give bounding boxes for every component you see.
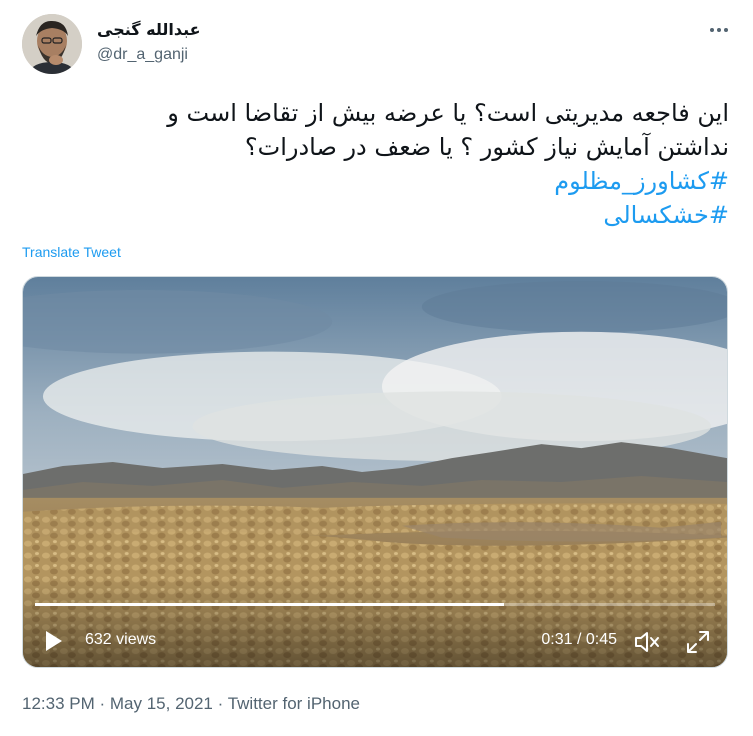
tweet-metadata: 12:33 PM · May 15, 2021 · Twitter for iP… [22, 694, 360, 714]
hashtag-link[interactable]: #کشاورز_مظلوم [30, 164, 729, 198]
translate-tweet-link[interactable]: Translate Tweet [22, 244, 121, 260]
video-frame [23, 277, 727, 667]
tweet: عبدالله گنجی @dr_a_ganji این فاجعه مدیری… [0, 0, 753, 736]
video-controls: 632 views 0:31 / 0:45 [23, 623, 727, 659]
tweet-date[interactable]: May 15, 2021 [110, 694, 213, 713]
avatar[interactable] [22, 14, 82, 74]
play-icon [46, 631, 62, 651]
video-time: 0:31 / 0:45 [541, 631, 617, 648]
fullscreen-icon [687, 631, 709, 653]
separator: · [212, 694, 228, 713]
video-player[interactable]: 632 views 0:31 / 0:45 [22, 276, 728, 668]
tweet-time[interactable]: 12:33 PM [22, 694, 95, 713]
user-handle[interactable]: @dr_a_ganji [97, 46, 188, 64]
more-icon [710, 28, 728, 32]
view-count: 632 views [85, 631, 157, 648]
more-options-button[interactable] [707, 18, 731, 42]
volume-icon [635, 632, 659, 652]
avatar-image [22, 14, 82, 74]
tweet-text: این فاجعه مدیریتی است؟ یا عرضه بیش از تق… [30, 96, 729, 232]
tweet-text-line: این فاجعه مدیریتی است؟ یا عرضه بیش از تق… [167, 99, 729, 127]
separator: · [94, 694, 110, 713]
fullscreen-button[interactable] [685, 629, 711, 655]
video-progress-fill [35, 603, 505, 606]
display-name[interactable]: عبدالله گنجی [97, 20, 201, 39]
hashtag-link[interactable]: #خشکسالی [30, 198, 729, 232]
tweet-text-line: نداشتن آمایش نیاز کشور ؟ یا ضعف در صادرا… [244, 133, 729, 161]
play-button[interactable] [41, 629, 65, 653]
tweet-source-link[interactable]: Twitter for iPhone [228, 694, 360, 713]
volume-button[interactable] [633, 629, 661, 655]
video-progress-bar[interactable] [35, 603, 715, 606]
